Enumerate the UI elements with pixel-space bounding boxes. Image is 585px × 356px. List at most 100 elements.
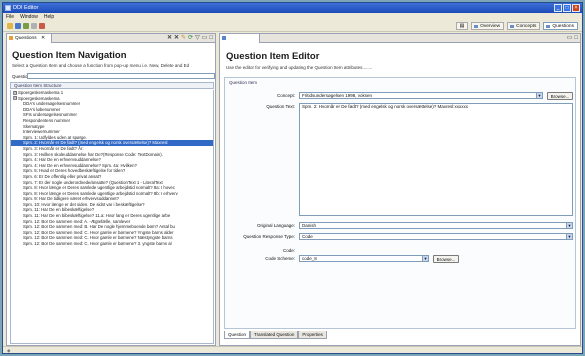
chevron-down-icon[interactable]: ▼ <box>536 93 542 98</box>
perspective-switcher: ▤ Overview Concepts Questions <box>455 22 578 30</box>
tool-icon[interactable] <box>31 23 37 29</box>
window-title: DDI Editor <box>13 5 39 11</box>
help-icon[interactable] <box>23 23 29 29</box>
concepts-icon <box>510 25 515 28</box>
editor-view: ▭ □ Question Item Editor Use the editor … <box>219 33 581 346</box>
tree-item-label: Spm. 12: Bor De sammen med: C. Hvor gaml… <box>23 241 172 247</box>
perspective-overview[interactable]: Overview <box>471 22 505 30</box>
original-language-select[interactable]: Danish ▼ <box>299 222 573 229</box>
editor-description: Use the editor for verifying and updatin… <box>226 65 373 70</box>
tree-item-label: Spm. 11: Har De en bibeskæftigelse? <box>23 207 95 213</box>
minimize-view-icon[interactable]: ▭ <box>202 34 208 43</box>
concept-browse-button[interactable]: Browse... <box>547 92 573 100</box>
title-bar: DDI Editor _ □ × <box>3 3 582 13</box>
tree-item-label: Spm. 12: Bor De sammen med: A. -Ægtefæll… <box>23 218 131 224</box>
new-icon[interactable] <box>7 23 13 29</box>
view-tab-bar: Questions ✕ ✕ ✕ ✎ ⟳ ▽ ▭ □ <box>7 34 215 43</box>
question-tree[interactable]: ⊟Spoergeskemaskema 1 ⊟Spoergeskemaskema DD… <box>10 90 214 344</box>
open-perspective-button[interactable]: ▤ <box>455 22 469 30</box>
menu-help[interactable]: Help <box>44 13 54 21</box>
perspective-concepts[interactable]: Concepts <box>507 22 541 30</box>
tab-translated-question[interactable]: Translated Question <box>250 331 299 339</box>
tree-item-label: Spm. 4: Har De en erhvervsuddannelse? <box>23 157 101 163</box>
status-bar: ◆ <box>3 346 582 353</box>
tree-item-label: Respondentens nummer <box>23 117 71 123</box>
menu-window[interactable]: Window <box>20 13 38 21</box>
question-text-area[interactable]: Spm. 2: Hvornår er De født? (med engelsk… <box>299 103 573 216</box>
chevron-down-icon[interactable]: ▼ <box>566 223 572 228</box>
delete-icon[interactable] <box>39 23 45 29</box>
minimize-view-icon[interactable]: ▭ <box>567 34 573 43</box>
concept-label: Concept: <box>276 93 295 98</box>
chevron-down-icon[interactable]: ▼ <box>422 256 428 261</box>
collapse-icon[interactable]: ⊟ <box>13 90 17 95</box>
menu-file[interactable]: File <box>6 13 14 21</box>
tab-questions[interactable]: Questions ✕ <box>7 34 52 43</box>
chevron-down-icon[interactable]: ▼ <box>566 234 572 239</box>
concept-value: Fritidsundersøgelsen 1998, voksen <box>302 93 373 98</box>
tree-item-label: Spm. 5: Hvad er Deres hovedbeskæftigelse… <box>23 168 126 174</box>
perspective-label: Overview <box>480 24 501 29</box>
section-label: Question Item <box>229 80 258 85</box>
navigation-view: Questions ✕ ✕ ✕ ✎ ⟳ ▽ ▭ □ Question Item … <box>6 33 216 346</box>
concept-select[interactable]: Fritidsundersøgelsen 1998, voksen ▼ <box>299 92 543 99</box>
tree-item-label: Interviewernummer <box>23 129 60 135</box>
close-window-button[interactable]: × <box>572 4 580 12</box>
tree-item-label: Spm. 12: Bor De sammen med: B. Har De no… <box>23 224 175 230</box>
tree-item-label: Spm. 6: Er De offentlig eller privat ans… <box>23 173 102 179</box>
tree-item-label: Spm. 11: Har De en bibeskæftigelse? 11.a… <box>23 213 171 219</box>
perspective-label: Concepts <box>516 24 537 29</box>
response-type-label: Question Response Type: <box>243 234 295 239</box>
collapse-icon[interactable]: ⊟ <box>13 96 17 101</box>
view-menu-icon[interactable]: ▽ <box>195 34 200 43</box>
perspective-label: Questions <box>552 24 574 29</box>
editor-bottom-tabs: Question Translated Question Properties <box>224 331 327 339</box>
delete-all-icon[interactable]: ✕ <box>167 34 172 43</box>
original-language-value: Danish <box>302 223 317 228</box>
code-scheme-select[interactable]: code_8 ▼ <box>299 255 429 262</box>
page-description: Select a Question Item and choose a func… <box>12 63 190 68</box>
maximize-view-icon[interactable]: □ <box>209 34 213 43</box>
tree-item-label: SFIs undersøgelsesnummer <box>23 112 77 118</box>
main-toolbar: ▤ Overview Concepts Questions <box>3 21 582 32</box>
minimize-button[interactable]: _ <box>554 4 562 12</box>
code-scheme-value: code_8 <box>302 256 317 261</box>
edit-icon[interactable]: ✎ <box>181 34 186 43</box>
tree-item-label: Spoergeskemaskema <box>18 95 60 101</box>
original-language-label: Original Language: <box>256 223 295 228</box>
tab-properties[interactable]: Properties <box>298 331 327 339</box>
response-type-select[interactable]: Code ▼ <box>299 233 573 240</box>
close-tab-icon[interactable]: ✕ <box>41 36 45 41</box>
tree-item-label: Spoergeskemaskema 1 <box>18 90 64 95</box>
maximize-view-icon[interactable]: □ <box>574 34 578 43</box>
overview-icon <box>474 25 479 28</box>
editor-tab-bar: ▭ □ <box>220 34 580 43</box>
delete-icon[interactable]: ✕ <box>174 34 179 43</box>
question-item-section: Question Item Concept: Fritidsundersøgel… <box>224 77 576 329</box>
tab-question[interactable]: Question <box>224 331 251 339</box>
perspective-questions[interactable]: Questions <box>543 22 578 30</box>
question-filter-input[interactable] <box>27 73 215 79</box>
tree-item-label: DDA's løbenummer <box>23 106 61 112</box>
refresh-icon[interactable]: ⟳ <box>188 34 193 43</box>
tree-item-label: Spm. 8: Hvor længe er Deres samlede ugen… <box>23 185 175 191</box>
code-scheme-label: Code Scheme: <box>265 256 295 261</box>
tree-item-label: Spm. 3: Hvornår er De født? År: <box>23 145 84 151</box>
tree-item-label: Spm. 10: Hvor længe er det siden. De sid… <box>23 201 145 207</box>
tree-item-label: Spm. 8: Hvor længe er Deres samlede ugen… <box>23 190 178 196</box>
tree-item[interactable]: Spm. 12: Bor De sammen med: C. Hvor gaml… <box>11 241 213 247</box>
app-icon <box>5 5 11 11</box>
structure-header: Question Item Structure <box>10 82 214 89</box>
app-window: DDI Editor _ □ × File Window Help ▤ Over… <box>2 2 583 354</box>
status-icon: ◆ <box>7 348 11 353</box>
tree-item-label: Spm. 12: Bor De sammen med: C. Hvor gaml… <box>23 235 173 241</box>
tree-item-label: Spm. 2: Hvornår er De født? (med engelsk… <box>23 140 168 146</box>
code-scheme-browse-button[interactable]: Browse... <box>433 255 459 263</box>
tree-item-label: Spm. 12: Bor De sammen med: C. Hvor gaml… <box>23 229 174 235</box>
save-icon[interactable] <box>15 23 21 29</box>
editor-title: Question Item Editor <box>226 51 320 62</box>
tree-item-label: Spm. 4: Har De en erhvervsuddannelse? Sp… <box>23 162 137 168</box>
menu-bar: File Window Help <box>3 13 582 21</box>
maximize-button[interactable]: □ <box>563 4 571 12</box>
tab-editor[interactable] <box>220 34 260 43</box>
